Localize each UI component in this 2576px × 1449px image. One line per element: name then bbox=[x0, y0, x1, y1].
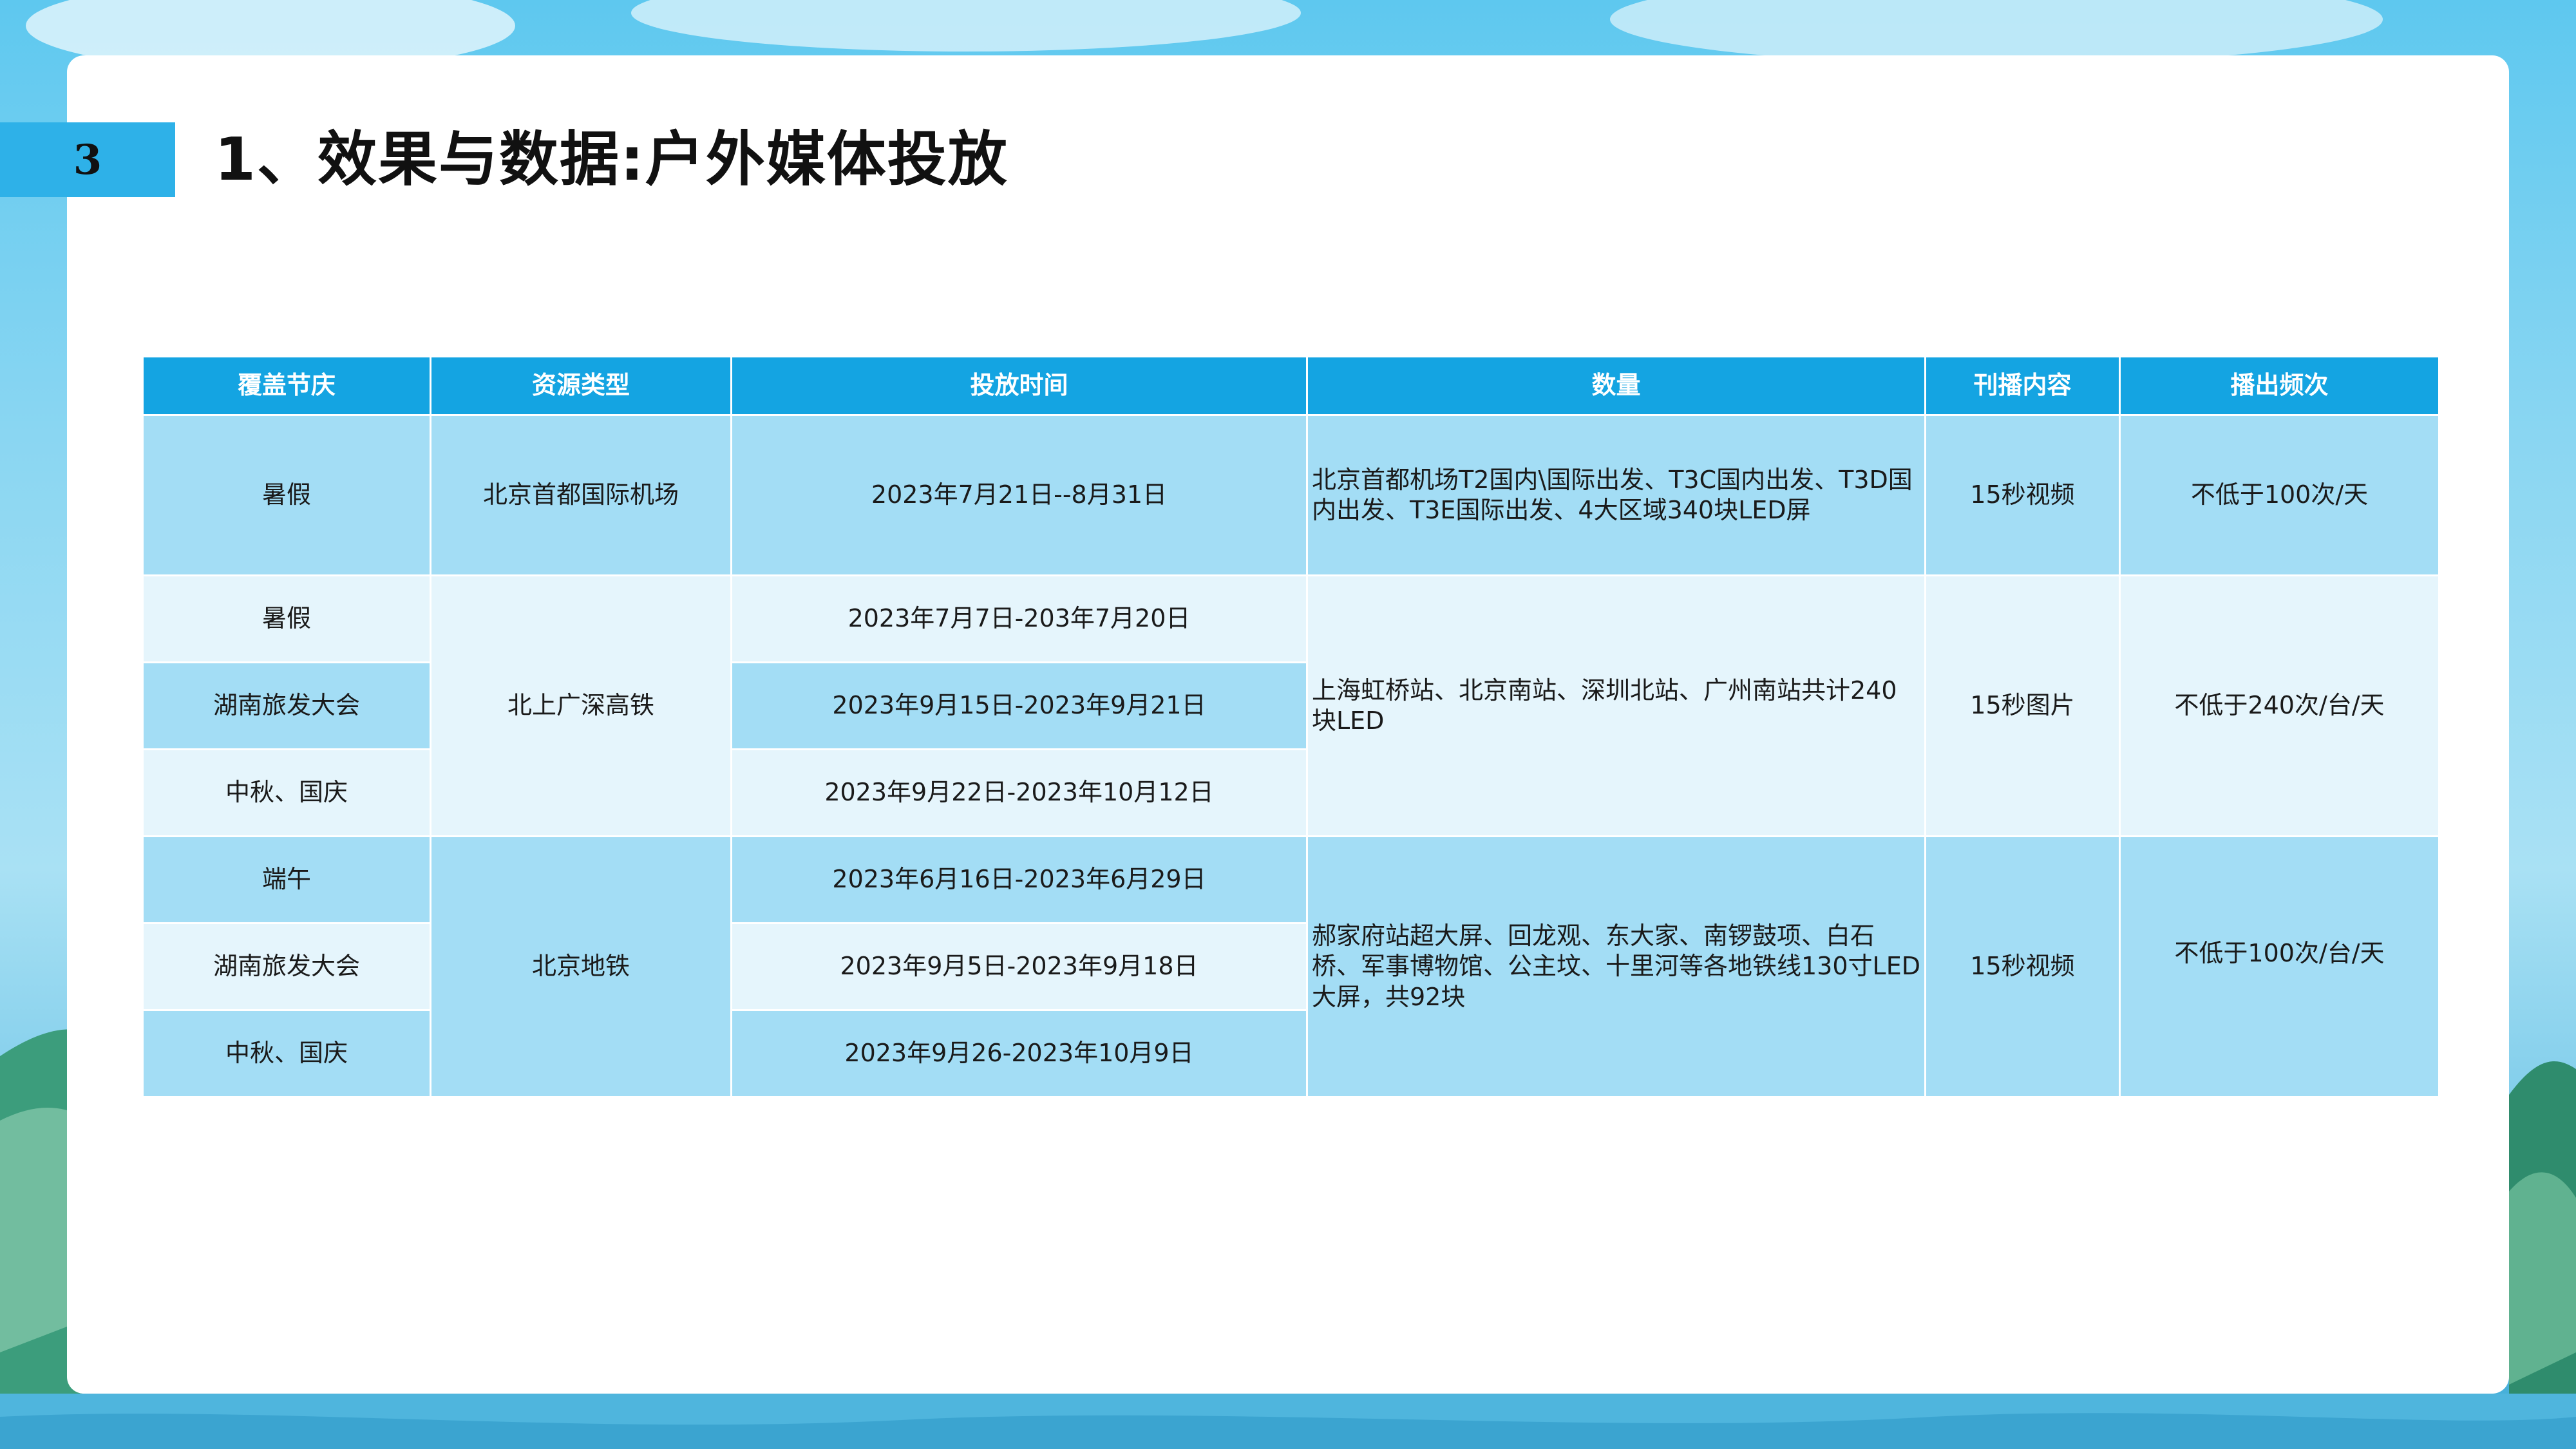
resource-cell: 北京地铁 bbox=[430, 835, 732, 1098]
cloud-shape bbox=[1610, 0, 2383, 64]
quantity-cell: 上海虹桥站、北京南站、深圳北站、广州南站共计240块LED bbox=[1306, 574, 1926, 837]
festival-cell: 暑假 bbox=[142, 414, 431, 576]
water-wave bbox=[0, 1413, 2576, 1449]
time-cell: 2023年9月15日-2023年9月21日 bbox=[730, 661, 1308, 750]
quantity-cell: 北京首都机场T2国内\国际出发、T3C国内出发、T3D国内出发、T3E国际出发、… bbox=[1306, 414, 1926, 576]
column-header: 刊播内容 bbox=[1924, 355, 2121, 416]
festival-cell: 湖南旅发大会 bbox=[142, 661, 431, 750]
table-row: 暑假 北京首都国际机场 2023年7月21日--8月31日 北京首都机场T2国内… bbox=[142, 414, 2440, 576]
content-cell: 15秒视频 bbox=[1924, 835, 2121, 1098]
column-header: 播出频次 bbox=[2119, 355, 2440, 416]
time-cell: 2023年7月21日--8月31日 bbox=[730, 414, 1308, 576]
time-cell: 2023年9月22日-2023年10月12日 bbox=[730, 748, 1308, 837]
resource-cell: 北京首都国际机场 bbox=[430, 414, 732, 576]
festival-cell: 湖南旅发大会 bbox=[142, 922, 431, 1011]
content-cell: 15秒视频 bbox=[1924, 414, 2121, 576]
festival-cell: 中秋、国庆 bbox=[142, 1009, 431, 1098]
frequency-cell: 不低于240次/台/天 bbox=[2119, 574, 2440, 837]
festival-cell: 端午 bbox=[142, 835, 431, 924]
festival-cell: 中秋、国庆 bbox=[142, 748, 431, 837]
time-cell: 2023年9月5日-2023年9月18日 bbox=[730, 922, 1308, 1011]
media-placement-table: 覆盖节庆 资源类型 投放时间 数量 刊播内容 播出频次 暑假 北京首都国际机场 … bbox=[142, 355, 2440, 1098]
table-row: 暑假 北上广深高铁 2023年7月7日-203年7月20日 上海虹桥站、北京南站… bbox=[142, 574, 2440, 837]
frequency-cell: 不低于100次/台/天 bbox=[2119, 835, 2440, 1098]
festival-cell: 暑假 bbox=[142, 574, 431, 663]
time-cell: 2023年6月16日-2023年6月29日 bbox=[730, 835, 1308, 924]
time-cell: 2023年9月26-2023年10月9日 bbox=[730, 1009, 1308, 1098]
time-cell: 2023年7月7日-203年7月20日 bbox=[730, 574, 1308, 663]
cloud-shape bbox=[631, 0, 1301, 52]
quantity-cell: 郝家府站超大屏、回龙观、东大家、南锣鼓项、白石桥、军事博物馆、公主坟、十里河等各… bbox=[1306, 835, 1926, 1098]
frequency-cell: 不低于100次/天 bbox=[2119, 414, 2440, 576]
slide-number-badge: 3 bbox=[0, 122, 175, 197]
content-cell: 15秒图片 bbox=[1924, 574, 2121, 837]
column-header: 数量 bbox=[1306, 355, 1926, 416]
resource-cell: 北上广深高铁 bbox=[430, 574, 732, 837]
column-header: 覆盖节庆 bbox=[142, 355, 431, 416]
page-title: 1、效果与数据:户外媒体投放 bbox=[214, 125, 1009, 194]
table-row: 端午 北京地铁 2023年6月16日-2023年6月29日 郝家府站超大屏、回龙… bbox=[142, 835, 2440, 1098]
column-header: 投放时间 bbox=[730, 355, 1308, 416]
table-header-row: 覆盖节庆 资源类型 投放时间 数量 刊播内容 播出频次 bbox=[142, 355, 2440, 416]
column-header: 资源类型 bbox=[430, 355, 732, 416]
mountain-right-light bbox=[2509, 1172, 2576, 1385]
